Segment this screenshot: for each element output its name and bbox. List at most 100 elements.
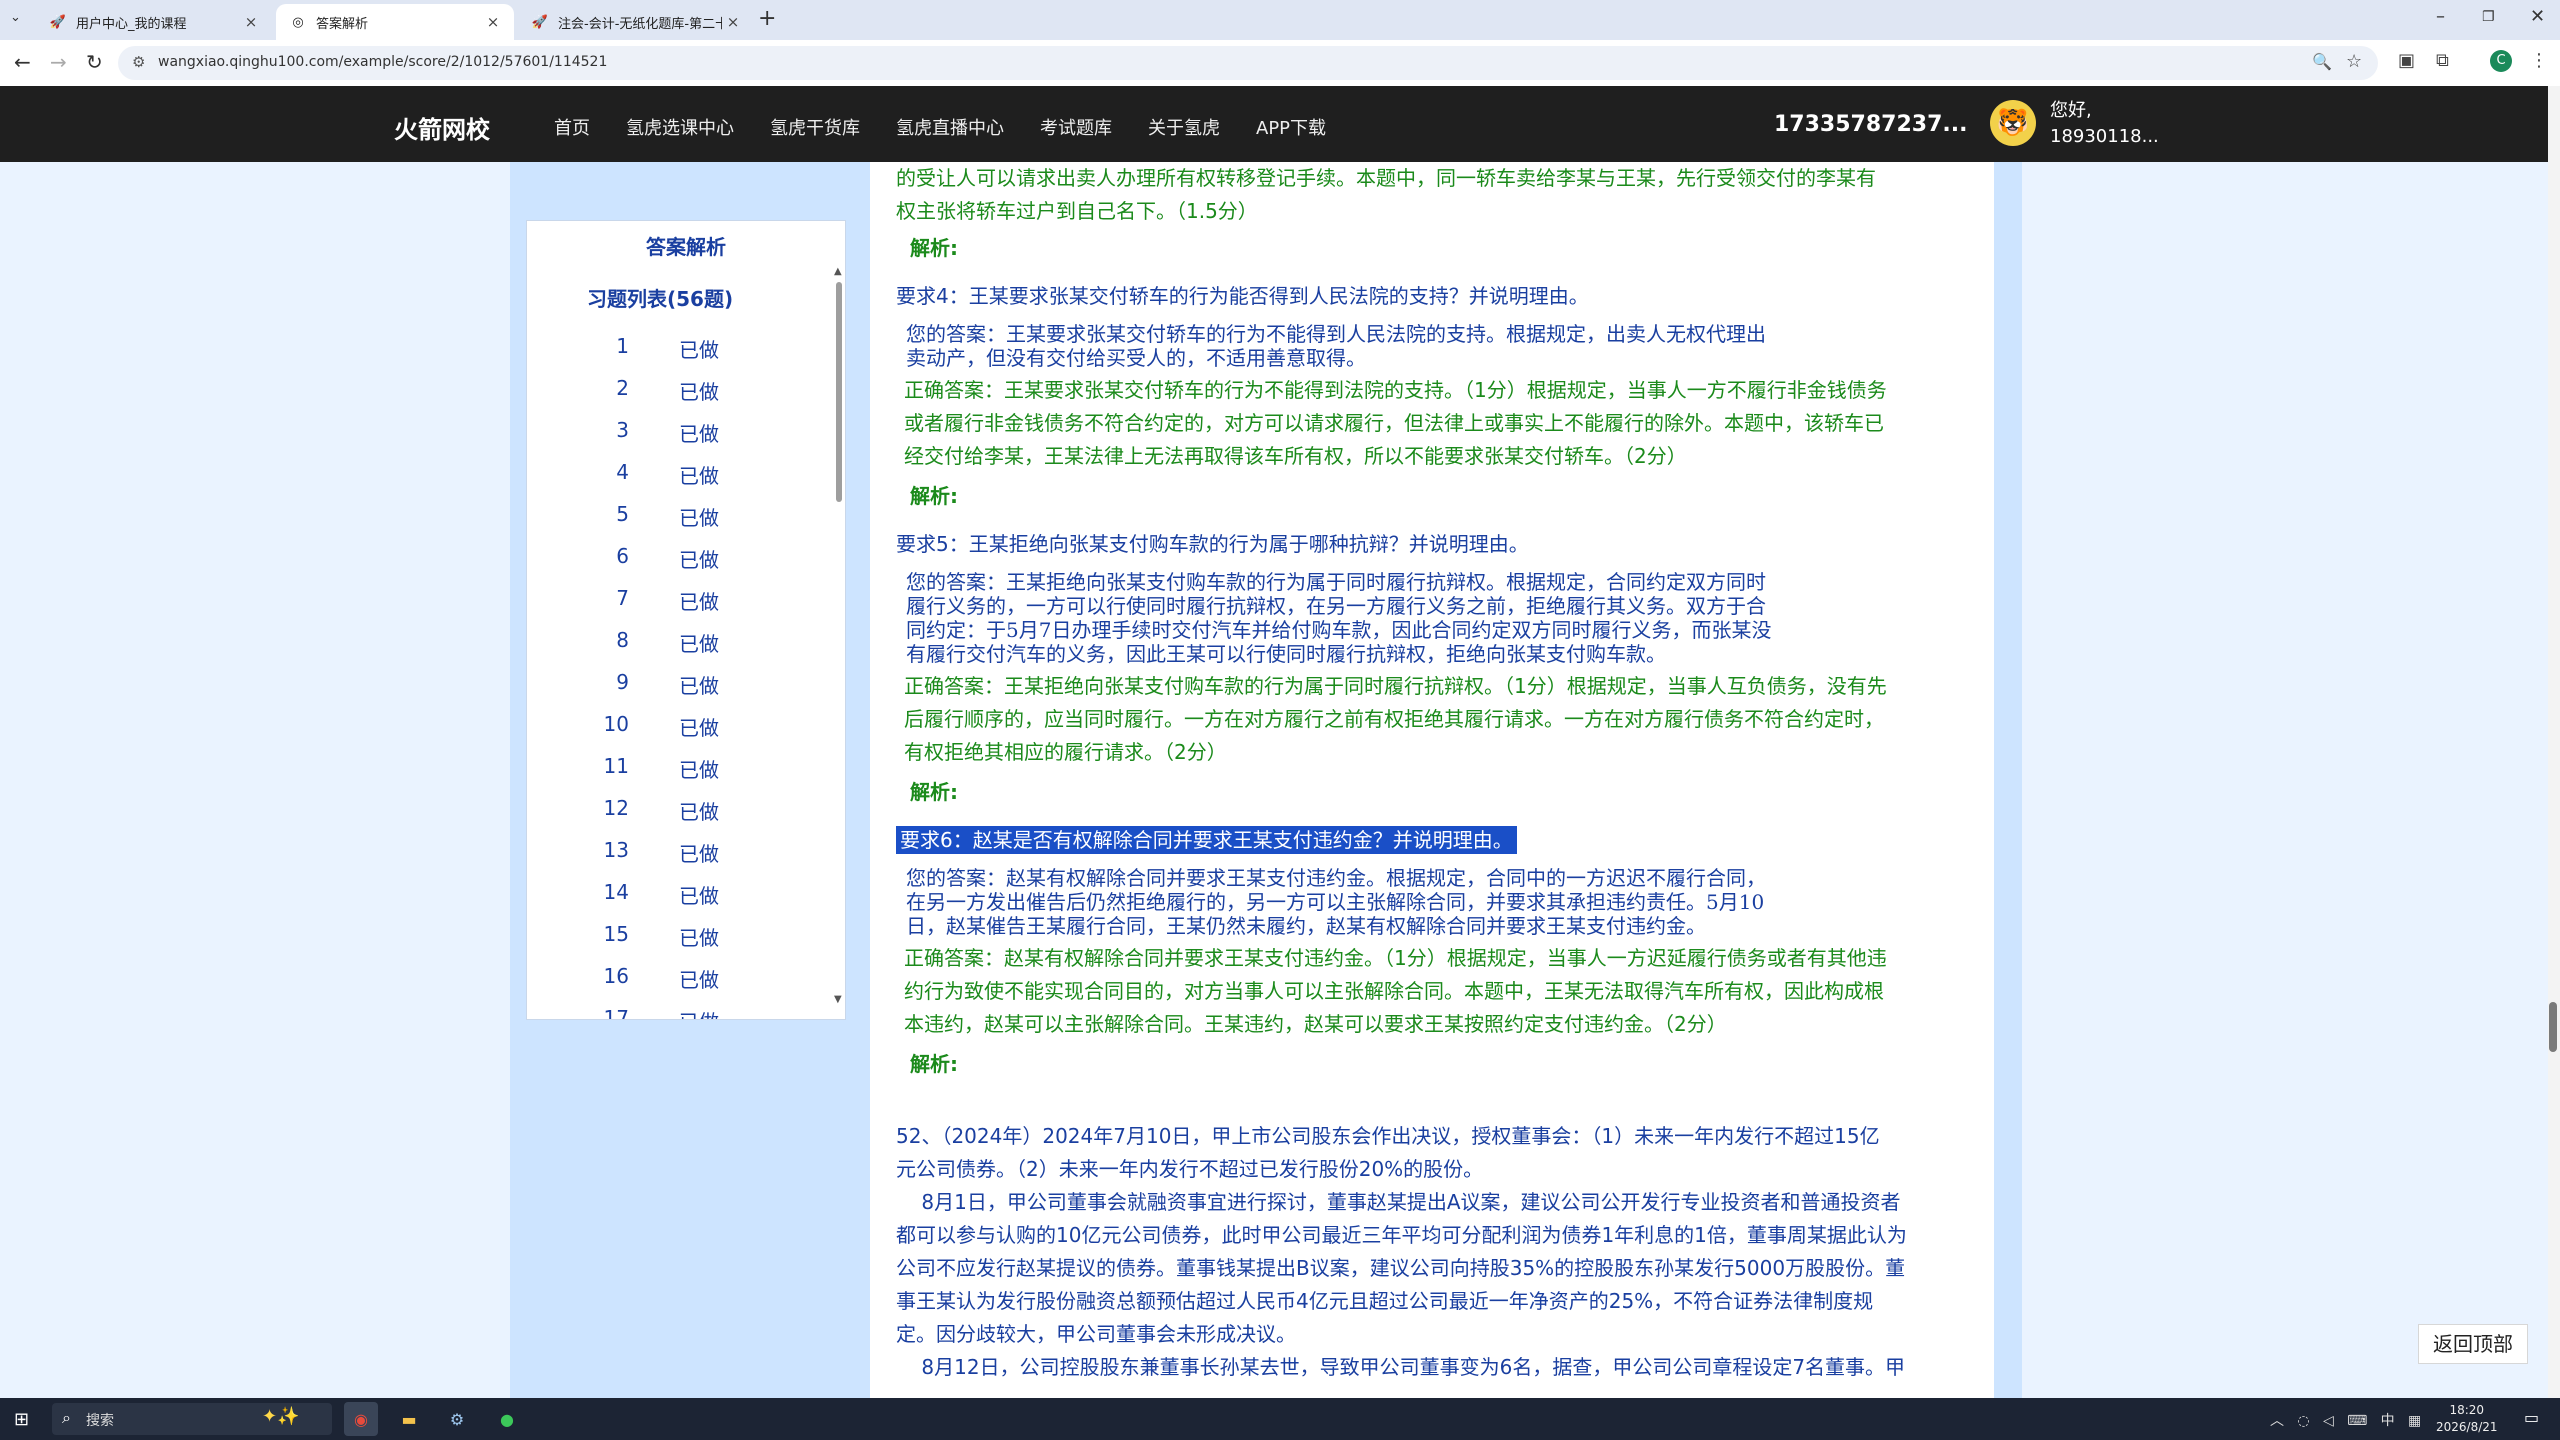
system-tray: ︿ ◌ ◁ ⌨ 中 ▦ <box>2270 1410 2421 1430</box>
tab-answer-analysis[interactable]: ◎ 答案解析 × <box>276 4 514 40</box>
question-list-item[interactable]: 15 已做 <box>527 914 827 956</box>
network-icon[interactable]: ◌ <box>2297 1413 2309 1429</box>
question-number: 14 <box>603 880 629 904</box>
profile-avatar[interactable]: C <box>2490 50 2512 72</box>
bookmark-star-icon[interactable]: ☆ <box>2346 51 2362 72</box>
keyboard-icon[interactable]: ⌨ <box>2347 1413 2367 1429</box>
question-list-item[interactable]: 12 已做 <box>527 788 827 830</box>
user-phone[interactable]: 17335787237... <box>1774 112 1967 137</box>
forward-arrow-icon[interactable]: → <box>50 50 67 74</box>
address-bar[interactable]: ⚙ wangxiao.qinghu100.com/example/score/2… <box>118 46 2378 80</box>
tab-my-courses[interactable]: 🚀 用户中心_我的课程 × <box>36 4 272 40</box>
windows-start-icon[interactable]: ⊞ <box>14 1409 29 1430</box>
text-line: 约行为致使不能实现合同目的，对方当事人可以主张解除合同。本题中，王某无法取得汽车… <box>904 979 1884 1003</box>
extensions-icon[interactable]: ⧉ <box>2436 50 2449 71</box>
text-line: 正确答案：赵某有权解除合同并要求王某支付违约金。（1分）根据规定，当事人一方迟延… <box>904 946 1887 970</box>
question-status: 已做 <box>679 506 719 530</box>
site-logo[interactable]: 火箭网校 <box>394 110 490 145</box>
tab-question-bank[interactable]: 🚀 注会-会计-无纸化题库-第二十 × <box>518 4 754 40</box>
analysis-label: 解析: <box>910 236 958 260</box>
minimize-icon[interactable]: – <box>2436 6 2445 27</box>
nav-live-center[interactable]: 氢虎直播中心 <box>896 114 1004 140</box>
reload-icon[interactable]: ↻ <box>86 50 103 74</box>
question-list-item[interactable]: 17 已做 <box>527 998 827 1019</box>
question-list-item[interactable]: 10 已做 <box>527 704 827 746</box>
question-list-item[interactable]: 9 已做 <box>527 662 827 704</box>
notification-icon[interactable]: ▭ <box>2524 1408 2539 1427</box>
back-arrow-icon[interactable]: ← <box>14 50 31 74</box>
question-list-item[interactable]: 8 已做 <box>527 620 827 662</box>
zoom-icon[interactable]: 🔍 <box>2312 52 2332 71</box>
text-line: 或者履行非金钱债务不符合约定的，对方可以请求履行，但法律上或事实上不能履行的除外… <box>904 411 1884 435</box>
close-window-icon[interactable]: ✕ <box>2530 6 2545 27</box>
url-text[interactable]: wangxiao.qinghu100.com/example/score/2/1… <box>158 54 607 70</box>
restore-icon[interactable]: ❐ <box>2482 9 2495 25</box>
greeting-text: 您好, <box>2050 100 2092 121</box>
new-tab-button[interactable]: + <box>758 6 776 31</box>
question-number: 5 <box>616 502 629 526</box>
question-list-item[interactable]: 3 已做 <box>527 410 827 452</box>
ime-indicator[interactable]: 中 <box>2381 1413 2395 1429</box>
text-line: 8月1日，甲公司董事会就融资事宜进行探讨，董事赵某提出A议案，建议公司公开发行专… <box>896 1190 1901 1214</box>
question-list-title: 习题列表(56题) <box>587 287 734 311</box>
question-number: 7 <box>616 586 629 610</box>
site-header: 火箭网校 首页 氢虎选课中心 氢虎干货库 氢虎直播中心 考试题库 关于氢虎 AP… <box>0 86 2548 162</box>
page-scrollbar[interactable] <box>2548 86 2560 1398</box>
volume-icon[interactable]: ◁ <box>2323 1413 2334 1429</box>
calendar-icon[interactable]: ▦ <box>2408 1413 2421 1429</box>
wechat-icon[interactable]: ● <box>490 1402 524 1436</box>
nav-home[interactable]: 首页 <box>554 114 590 140</box>
close-icon[interactable]: × <box>240 13 262 31</box>
file-explorer-icon[interactable]: ▬ <box>392 1402 426 1436</box>
page-scrollbar-thumb[interactable] <box>2549 1002 2557 1052</box>
question-number: 10 <box>603 712 629 736</box>
text-line: 事王某认为发行股份融资总额预估超过人民币4亿元且超过公司最近一年净资产的25%，… <box>896 1289 1874 1313</box>
question-list-item[interactable]: 13 已做 <box>527 830 827 872</box>
steam-icon[interactable]: ⚙ <box>440 1402 474 1436</box>
sidebar-icon[interactable]: ▣ <box>2398 50 2415 71</box>
menu-icon[interactable]: ⋮ <box>2530 50 2548 71</box>
requirement-4: 要求4：王某要求张某交付轿车的行为能否得到人民法院的支持？并说明理由。 <box>896 284 1589 308</box>
nav-question-bank[interactable]: 考试题库 <box>1040 114 1112 140</box>
chrome-app-icon[interactable]: ◉ <box>344 1402 378 1436</box>
your-answer-6: 您的答案：赵某有权解除合同并要求王某支付违约金。根据规定，合同中的一方迟迟不履行… <box>906 866 1966 938</box>
nav-course-center[interactable]: 氢虎选课中心 <box>626 114 734 140</box>
back-to-top-button[interactable]: 返回顶部 <box>2418 1324 2528 1364</box>
question-list-item[interactable]: 16 已做 <box>527 956 827 998</box>
question-list-item[interactable]: 6 已做 <box>527 536 827 578</box>
site-info-icon[interactable]: ⚙ <box>132 53 145 71</box>
user-greeting[interactable]: 您好, 18930118... <box>2050 98 2159 150</box>
question-status: 已做 <box>679 380 719 404</box>
question-list-item[interactable]: 1 已做 <box>527 326 827 368</box>
text-line: 52、（2024年）2024年7月10日，甲上市公司股东会作出决议，授权董事会：… <box>896 1124 1880 1148</box>
scroll-up-arrow-icon[interactable]: ▲ <box>834 266 842 277</box>
question-list-item[interactable]: 5 已做 <box>527 494 827 536</box>
question-number: 6 <box>616 544 629 568</box>
chevron-up-icon[interactable]: ︿ <box>2270 1413 2284 1429</box>
question-status: 已做 <box>679 716 719 740</box>
panel-scrollbar-thumb[interactable] <box>836 282 842 502</box>
panel-title: 答案解析 <box>646 235 726 259</box>
text-line: 您的答案：王某拒绝向张某支付购车款的行为属于同时履行抗辩权。根据规定，合同约定双… <box>906 570 1766 594</box>
question-list-item[interactable]: 7 已做 <box>527 578 827 620</box>
question-list-item[interactable]: 2 已做 <box>527 368 827 410</box>
question-list-item[interactable]: 14 已做 <box>527 872 827 914</box>
close-icon[interactable]: × <box>722 13 744 31</box>
question-list-item[interactable]: 11 已做 <box>527 746 827 788</box>
nav-app-download[interactable]: APP下载 <box>1256 114 1326 140</box>
user-avatar[interactable]: 🐯 <box>1990 100 2036 146</box>
system-clock[interactable]: 18:20 2026/8/21 <box>2436 1402 2498 1436</box>
question-status: 已做 <box>679 926 719 950</box>
question-list-item[interactable]: 4 已做 <box>527 452 827 494</box>
tab-search-icon[interactable]: ⌄ <box>10 10 21 25</box>
taskbar-search[interactable]: ⌕ 搜索 ✦✨ <box>52 1403 332 1435</box>
nav-about[interactable]: 关于氢虎 <box>1148 114 1220 140</box>
scroll-down-arrow-icon[interactable]: ▼ <box>834 994 842 1005</box>
tab-title: 用户中心_我的课程 <box>76 16 187 32</box>
question-number: 13 <box>603 838 629 862</box>
text-line: 公司不应发行赵某提议的债券。董事钱某提出B议案，建议公司向持股35%的控股股东孙… <box>896 1256 1906 1280</box>
text-line: 卖动产，但没有交付给买受人的，不适用善意取得。 <box>906 346 1366 370</box>
nav-resources[interactable]: 氢虎干货库 <box>770 114 860 140</box>
greeting-account: 18930118... <box>2050 126 2159 147</box>
close-icon[interactable]: × <box>482 13 504 31</box>
